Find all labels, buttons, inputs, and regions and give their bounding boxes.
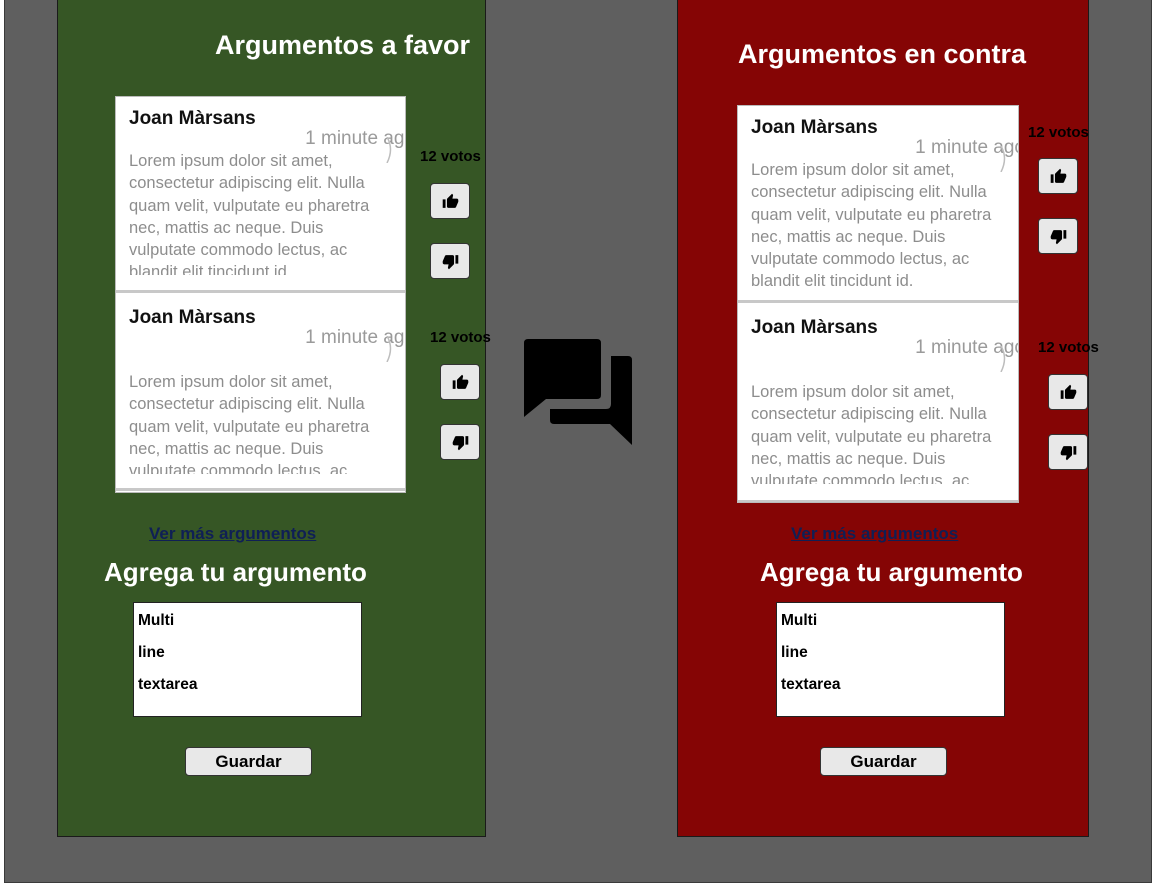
thumbs-up-icon <box>452 374 468 389</box>
thumbs-up-icon <box>1060 384 1076 399</box>
vote-count: 12 votos <box>430 329 491 346</box>
argument-textarea[interactable]: Multi line textarea <box>776 602 1005 717</box>
downvote-button[interactable] <box>430 243 470 279</box>
add-argument-title: Agrega tu argumento <box>760 557 1023 587</box>
upvote-button[interactable] <box>430 183 470 219</box>
speech-tick-icon <box>386 336 392 362</box>
upvote-button[interactable] <box>1038 158 1078 194</box>
argument-text: Lorem ipsum dolor sit amet, consectetur … <box>129 373 370 474</box>
vote-count: 12 votos <box>1028 124 1089 141</box>
argument-text: Lorem ipsum dolor sit amet, consectetur … <box>129 152 370 275</box>
forum-icon <box>524 339 632 445</box>
see-more-arguments-link[interactable]: Ver más argumentos <box>791 524 958 544</box>
downvote-button[interactable] <box>1038 218 1078 254</box>
argument-card: Joan Màrsans 1 minute ago Lorem ipsum do… <box>738 106 1018 304</box>
thumbs-down-icon <box>1050 229 1066 244</box>
downvote-button[interactable] <box>440 424 480 460</box>
divider <box>738 300 1018 303</box>
argument-text: Lorem ipsum dolor sit amet, consectetur … <box>751 383 992 484</box>
argument-card: Joan Màrsans 1 minute ago Lorem ipsum do… <box>738 306 1018 502</box>
speech-tick-icon <box>1000 346 1006 372</box>
thumbs-down-icon <box>1060 445 1076 460</box>
argument-author: Joan Màrsans <box>751 117 878 138</box>
divider <box>116 290 405 293</box>
thumbs-up-icon <box>1050 168 1066 183</box>
textarea-line: textarea <box>138 676 198 693</box>
argument-author: Joan Màrsans <box>129 108 256 129</box>
upvote-button[interactable] <box>1048 374 1088 410</box>
add-argument-title: Agrega tu argumento <box>104 557 367 587</box>
vote-count: 12 votos <box>420 148 481 165</box>
textarea-line: Multi <box>138 612 175 629</box>
thumbs-up-icon <box>442 193 458 208</box>
vote-count: 12 votos <box>1038 339 1099 356</box>
argument-card: Joan Màrsans 1 minute ago Lorem ipsum do… <box>116 97 405 294</box>
save-button[interactable]: Guardar <box>185 747 312 776</box>
divider <box>116 488 405 491</box>
favor-argument-list: Joan Màrsans 1 minute ago Lorem ipsum do… <box>115 96 406 493</box>
argument-card: Joan Màrsans 1 minute ago Lorem ipsum do… <box>116 296 405 492</box>
downvote-button[interactable] <box>1048 434 1088 470</box>
textarea-line: line <box>781 644 808 661</box>
argument-author: Joan Màrsans <box>751 317 878 338</box>
favor-title: Argumentos a favor <box>215 30 471 60</box>
thumbs-down-icon <box>442 254 458 269</box>
upvote-button[interactable] <box>440 364 480 400</box>
contra-title: Argumentos en contra <box>738 39 1027 69</box>
textarea-line: textarea <box>781 676 841 693</box>
thumbs-down-icon <box>452 435 468 450</box>
textarea-line: line <box>138 644 165 661</box>
see-more-arguments-link[interactable]: Ver más argumentos <box>149 524 316 544</box>
argument-text: Lorem ipsum dolor sit amet, consectetur … <box>751 161 992 286</box>
argument-author: Joan Màrsans <box>129 307 256 328</box>
save-button[interactable]: Guardar <box>820 747 947 776</box>
textarea-line: Multi <box>781 612 818 629</box>
contra-argument-list: Joan Màrsans 1 minute ago Lorem ipsum do… <box>737 105 1019 503</box>
divider <box>738 500 1018 502</box>
argument-textarea[interactable]: Multi line textarea <box>133 602 362 717</box>
